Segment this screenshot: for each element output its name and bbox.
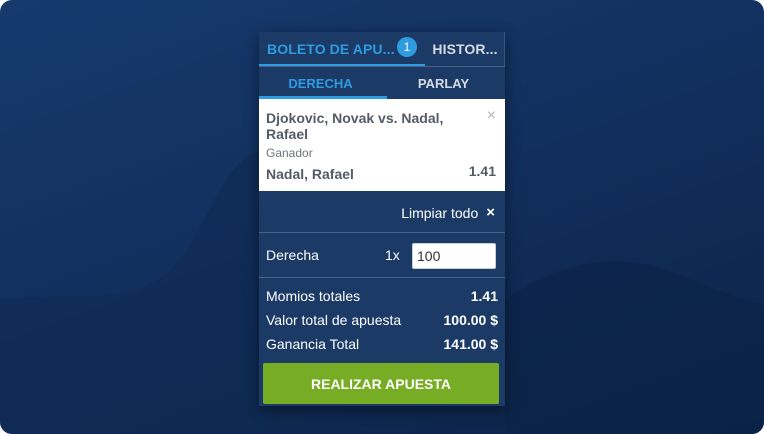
total-stake-value: 100.00 $ <box>443 312 499 328</box>
total-stake-label: Valor total de apuesta <box>266 312 402 328</box>
total-odds-value: 1.41 <box>470 288 498 304</box>
selection-name: Nadal, Rafael <box>266 166 354 182</box>
selection-odds: 1.41 <box>468 163 496 179</box>
clear-all-close-icon: × <box>486 204 495 221</box>
tab-parlay-label: PARLAY <box>417 75 470 91</box>
total-stake-row: Valor total de apuesta 100.00 $ <box>266 312 498 332</box>
total-win-value: 141.00 $ <box>443 336 499 352</box>
totals-section: Momios totales 1.41 Valor total de apues… <box>259 278 505 358</box>
stake-row: Derecha 1x <box>259 233 505 277</box>
stake-input[interactable] <box>412 243 496 269</box>
clear-all-label: Limpiar todo <box>401 204 479 221</box>
tab-history-label: HISTOR... <box>432 41 498 57</box>
match-name: Djokovic, Novak vs. Nadal, Rafael <box>266 110 444 142</box>
total-odds-label: Momios totales <box>266 288 361 304</box>
tab-bet-slip[interactable]: BOLETO DE APU... 1 <box>259 32 425 66</box>
tab-parlay[interactable]: PARLAY <box>382 67 505 99</box>
place-bet-button[interactable]: REALIZAR APUESTA <box>263 363 499 404</box>
remove-bet-close-icon[interactable]: × <box>487 108 496 124</box>
market-name: Ganador <box>266 146 313 160</box>
tab-bet-slip-label: BOLETO DE APU... <box>267 41 395 57</box>
tab-straight[interactable]: DERECHA <box>259 67 387 99</box>
bet-slip-tabs: BOLETO DE APU... 1 HISTOR... <box>259 32 505 66</box>
clear-all-button[interactable]: Limpiar todo × <box>401 204 495 221</box>
bet-type-tabs: DERECHA PARLAY <box>259 67 505 99</box>
stake-multiplier: 1x <box>385 247 400 263</box>
clear-all-row: Limpiar todo × <box>259 192 505 232</box>
bet-count-badge: 1 <box>397 37 417 57</box>
tab-straight-label: DERECHA <box>288 75 353 91</box>
bet-slip-panel: BOLETO DE APU... 1 HISTOR... DERECHA PAR… <box>259 32 505 406</box>
total-odds-row: Momios totales 1.41 <box>266 288 498 308</box>
stake-label: Derecha <box>266 247 319 263</box>
total-win-row: Ganancia Total 141.00 $ <box>266 336 498 356</box>
tab-history[interactable]: HISTOR... <box>425 32 505 66</box>
total-win-label: Ganancia Total <box>266 336 360 352</box>
bet-selection-card: Djokovic, Novak vs. Nadal, Rafael × Gana… <box>259 99 505 191</box>
tab-divider <box>504 32 505 66</box>
